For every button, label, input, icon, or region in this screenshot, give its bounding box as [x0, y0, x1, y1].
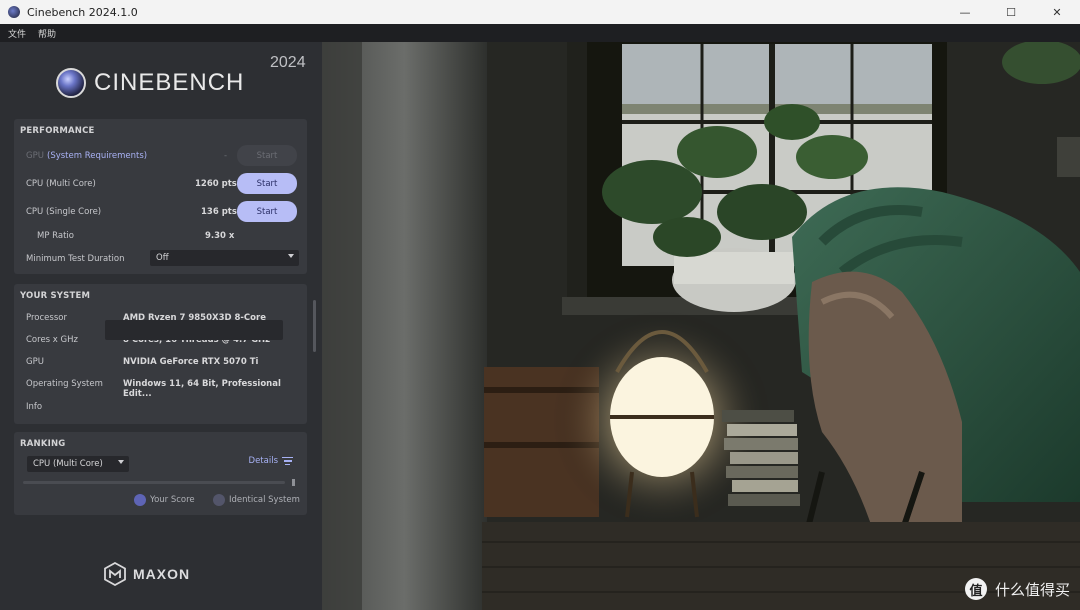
details-button[interactable]: Details [249, 456, 293, 466]
cpu-single-label: CPU (Single Core) [26, 207, 102, 217]
system-requirements-link[interactable]: (System Requirements) [47, 151, 147, 161]
cpu-multi-score: 1260 pts [195, 179, 237, 189]
filter-icon [282, 456, 293, 466]
watermark-icon: 值 [964, 578, 987, 600]
your-system-header: YOUR SYSTEM [20, 291, 91, 301]
rendered-scene-image [322, 42, 1080, 610]
watermark-text: 什么值得买 [994, 580, 1070, 599]
os-label: Operating System [26, 379, 103, 389]
processor-label: Processor [26, 313, 67, 323]
minimize-button[interactable]: — [942, 0, 988, 24]
info-label: Info [26, 402, 43, 412]
gpu-info-value: NVIDIA GeForce RTX 5070 Ti [123, 357, 259, 367]
cinebench-logo: CINEBENCH [56, 68, 244, 98]
identical-system-legend-label: Identical System [229, 495, 300, 505]
ranking-selector-dropdown[interactable]: CPU (Multi Core) [27, 456, 129, 472]
maximize-button[interactable]: ☐ [988, 0, 1034, 24]
cpu-single-start-button[interactable]: Start [237, 201, 297, 222]
your-score-legend-label: Your Score [150, 495, 195, 505]
gpu-score: - [224, 151, 228, 161]
ranking-header: RANKING [20, 439, 66, 449]
gpu-label: GPU [26, 151, 44, 161]
chevron-down-icon [288, 254, 294, 258]
info-field[interactable] [105, 320, 283, 340]
identical-system-legend-dot [213, 494, 225, 506]
ranking-selector-value: CPU (Multi Core) [33, 459, 103, 469]
watermark: 值 什么值得买 [964, 578, 1070, 600]
maxon-logo: MAXON [103, 562, 190, 586]
close-button[interactable]: ✕ [1034, 0, 1080, 24]
os-value: Windows 11, 64 Bit, Professional Edit... [123, 379, 281, 399]
window-title: Cinebench 2024.1.0 [27, 5, 138, 19]
mp-ratio-value: 9.30 x [205, 231, 235, 241]
performance-card: PERFORMANCE GPU (System Requirements) - … [14, 119, 307, 274]
menu-help[interactable]: 帮助 [38, 27, 56, 40]
menu-bar: 文件 帮助 [0, 24, 1080, 42]
menu-file[interactable]: 文件 [8, 27, 26, 40]
cpu-single-score: 136 pts [201, 207, 237, 217]
cinebench-app-icon [8, 6, 20, 18]
min-test-duration-dropdown[interactable]: Off [150, 250, 299, 266]
cinebench-sphere-icon [56, 68, 86, 98]
min-test-duration-label: Minimum Test Duration [26, 254, 125, 264]
logo-text: CINEBENCH [94, 69, 245, 96]
ranking-scroll-track[interactable] [23, 481, 285, 484]
chevron-down-icon [118, 460, 124, 464]
min-test-duration-value: Off [156, 253, 169, 263]
ranking-scroll-handle[interactable] [292, 479, 295, 486]
cores-ghz-label: Cores x GHz [26, 335, 78, 345]
cpu-multi-label: CPU (Multi Core) [26, 179, 96, 189]
cpu-multi-start-button[interactable]: Start [237, 173, 297, 194]
ranking-card: RANKING CPU (Multi Core) Details Your Sc… [14, 432, 307, 515]
gpu-start-button[interactable]: Start [237, 145, 297, 166]
left-panel-scrollbar[interactable] [313, 300, 316, 352]
details-label: Details [248, 456, 278, 466]
your-system-card: YOUR SYSTEM Processor AMD Ryzen 7 9850X3… [14, 284, 307, 424]
mp-ratio-label: MP Ratio [37, 231, 74, 241]
title-bar: Cinebench 2024.1.0 — ☐ ✕ [0, 0, 1080, 24]
left-panel: CINEBENCH 2024 PERFORMANCE GPU (System R… [0, 42, 322, 610]
your-score-legend-dot [134, 494, 146, 506]
render-viewport: 值 什么值得买 [322, 42, 1080, 610]
maxon-m-icon [104, 562, 126, 586]
window-controls: — ☐ ✕ [942, 0, 1080, 24]
gpu-info-label: GPU [26, 357, 44, 367]
maxon-text: MAXON [133, 566, 191, 582]
performance-header: PERFORMANCE [20, 126, 95, 136]
version-year: 2024 [270, 54, 306, 71]
